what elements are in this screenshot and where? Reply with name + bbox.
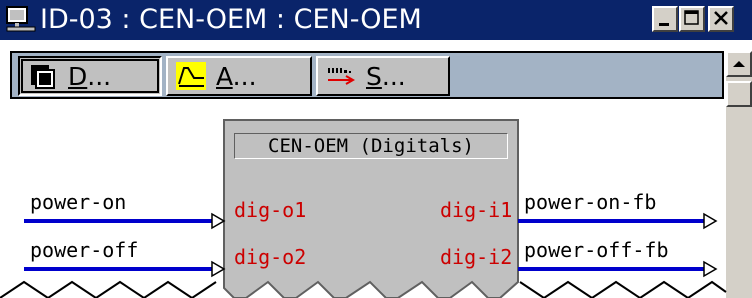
truncation-zigzag-left (0, 280, 217, 298)
block-title: CEN-OEM (Digitals) (234, 133, 508, 159)
signal-label-left[interactable]: power-off (30, 238, 138, 262)
output-arrow-1 (703, 212, 718, 230)
pin-label-output: dig-o1 (234, 198, 307, 222)
truncation-zigzag-right (519, 280, 727, 298)
pin-label-input: dig-i2 (440, 245, 513, 269)
signal-label-right[interactable]: power-off-fb (524, 238, 669, 262)
signal-label-left[interactable]: power-on (30, 190, 126, 214)
input-arrow-2 (211, 260, 226, 278)
input-arrow-1 (211, 212, 226, 230)
signal-label-right[interactable]: power-on-fb (524, 190, 656, 214)
output-arrow-2 (703, 260, 718, 278)
pin-label-input: dig-i1 (440, 198, 513, 222)
pin-label-output: dig-o2 (234, 245, 307, 269)
